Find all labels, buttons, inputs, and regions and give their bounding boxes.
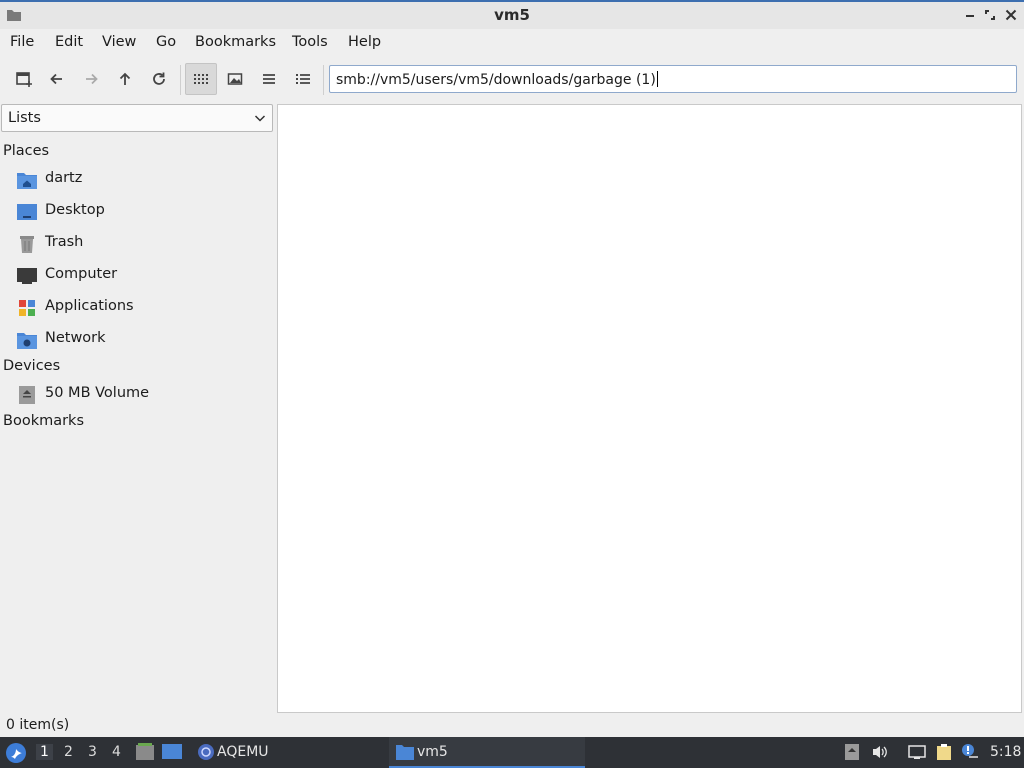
- menu-tools[interactable]: Tools: [292, 34, 328, 50]
- task-label: AQEMU: [217, 744, 269, 760]
- icon-view-button[interactable]: [185, 63, 217, 95]
- grid-icon: [194, 74, 208, 84]
- new-window-icon: [16, 72, 32, 87]
- chevron-down-icon: [254, 115, 266, 122]
- toolbar-separator: [323, 65, 324, 95]
- sidebar-item-label: Trash: [45, 234, 84, 250]
- sidebar-item-label: Computer: [45, 266, 118, 282]
- computer-icon: [17, 268, 37, 284]
- window-title: vm5: [494, 6, 530, 24]
- file-view-pane[interactable]: [277, 104, 1022, 713]
- sidebar-item-desktop[interactable]: Desktop: [0, 197, 274, 227]
- sidebar-item-50mb-volume[interactable]: 50 MB Volume: [0, 380, 274, 410]
- applications-icon: [19, 300, 35, 316]
- sidebar-mode-value: Lists: [8, 110, 41, 126]
- clock[interactable]: 5:18: [990, 744, 1021, 760]
- trash-icon: [20, 236, 34, 253]
- sidebar-item-computer[interactable]: Computer: [0, 261, 274, 291]
- menu-go[interactable]: Go: [156, 34, 176, 50]
- sidebar-item-label: Network: [45, 330, 106, 346]
- sidebar-item-label: 50 MB Volume: [45, 385, 150, 401]
- arrow-up-icon: [119, 72, 131, 85]
- arrow-right-icon: [86, 73, 98, 85]
- maximize-icon[interactable]: [982, 7, 998, 23]
- title-bar: vm5: [0, 0, 1024, 29]
- clipboard-icon[interactable]: [935, 743, 953, 761]
- close-icon[interactable]: [1003, 7, 1019, 23]
- menu-file[interactable]: File: [10, 34, 34, 50]
- list-icon: [263, 74, 275, 84]
- taskbar: 1 2 3 4 AQEMU vm5 5:18: [0, 737, 1024, 768]
- task-vm5[interactable]: vm5: [389, 737, 585, 768]
- sidebar-mode-select[interactable]: Lists: [1, 104, 273, 132]
- desktop-icon: [17, 204, 37, 220]
- new-window-button[interactable]: [8, 63, 40, 95]
- start-menu-icon[interactable]: [5, 742, 27, 764]
- reload-button[interactable]: [143, 63, 175, 95]
- back-button[interactable]: [41, 63, 73, 95]
- detailed-view-button[interactable]: [287, 63, 319, 95]
- sidebar-item-label: dartz: [45, 170, 83, 186]
- arrow-left-icon: [50, 73, 62, 85]
- reload-icon: [153, 72, 165, 85]
- image-icon: [227, 73, 243, 85]
- thumbnail-view-button[interactable]: [219, 63, 251, 95]
- minimize-icon[interactable]: [962, 7, 978, 23]
- sidebar-item-network[interactable]: Network: [0, 325, 274, 355]
- desktop-launcher-icon[interactable]: [162, 743, 182, 761]
- menu-bookmarks[interactable]: Bookmarks: [195, 34, 276, 50]
- detailed-list-icon: [296, 74, 310, 84]
- toolbar: smb://vm5/users/vm5/downloads/garbage (1…: [0, 57, 1024, 103]
- places-heading: Places: [3, 143, 50, 159]
- sidebar-item-trash[interactable]: Trash: [0, 229, 274, 259]
- workspace-3[interactable]: 3: [88, 744, 97, 760]
- sidebar-item-label: Applications: [45, 298, 134, 314]
- workspace-4[interactable]: 4: [112, 744, 121, 760]
- workspace-2[interactable]: 2: [64, 744, 73, 760]
- forward-button[interactable]: [75, 63, 107, 95]
- task-aqemu[interactable]: AQEMU: [192, 737, 382, 768]
- location-input[interactable]: smb://vm5/users/vm5/downloads/garbage (1…: [329, 65, 1017, 93]
- notification-icon[interactable]: [961, 743, 979, 761]
- sidebar-item-applications[interactable]: Applications: [0, 293, 274, 323]
- bookmarks-heading: Bookmarks: [3, 413, 85, 429]
- up-button[interactable]: [109, 63, 141, 95]
- toolbar-separator: [180, 65, 181, 95]
- workspace-1[interactable]: 1: [36, 744, 53, 760]
- menubar: File Edit View Go Bookmarks Tools Help: [0, 29, 1024, 57]
- network-icon[interactable]: [908, 743, 926, 761]
- volume-icon[interactable]: [871, 743, 889, 761]
- text-caret: [656, 71, 658, 87]
- task-label: vm5: [417, 744, 448, 760]
- home-folder-icon: [17, 173, 37, 189]
- devices-heading: Devices: [3, 358, 61, 374]
- network-folder-icon: [17, 333, 37, 349]
- drive-icon: [19, 386, 35, 404]
- compact-view-button[interactable]: [253, 63, 285, 95]
- aqemu-icon: [198, 744, 214, 760]
- status-item-count: 0 item(s): [6, 717, 70, 733]
- folder-icon: [396, 745, 414, 760]
- menu-view[interactable]: View: [102, 34, 136, 50]
- location-text: smb://vm5/users/vm5/downloads/garbage (1…: [336, 72, 656, 88]
- eject-icon[interactable]: [843, 743, 861, 761]
- sidebar-item-label: Desktop: [45, 202, 105, 218]
- menu-edit[interactable]: Edit: [55, 34, 83, 50]
- file-manager-launcher-icon[interactable]: [135, 742, 155, 762]
- sidebar-item-dartz[interactable]: dartz: [0, 165, 274, 195]
- menu-help[interactable]: Help: [348, 34, 381, 50]
